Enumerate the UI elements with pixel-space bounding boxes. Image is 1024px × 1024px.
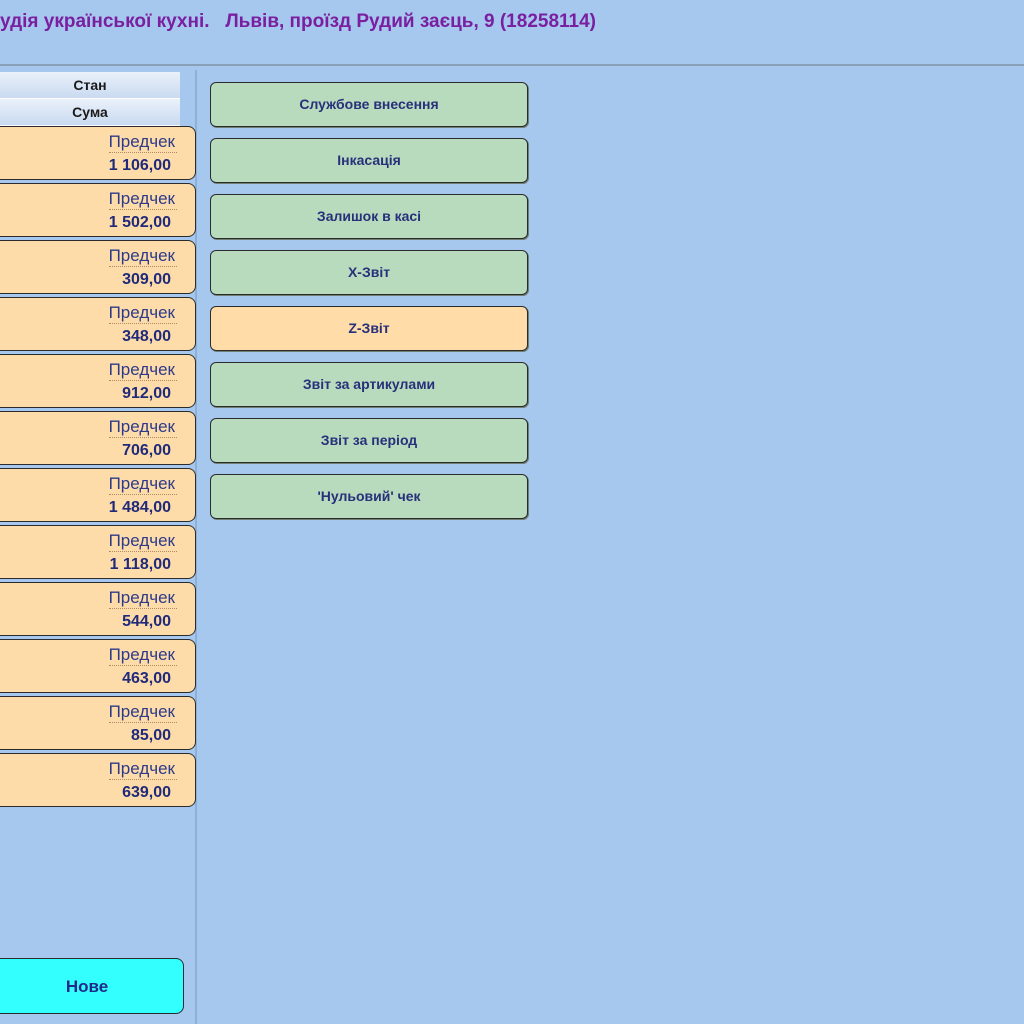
order-card[interactable]: Предчек 348,00 [0,297,196,351]
order-card[interactable]: Предчек 1 118,00 [0,525,196,579]
order-status: Предчек [108,132,177,153]
order-sum: 706,00 [122,442,171,459]
order-sum: 544,00 [122,613,171,630]
order-status: Предчек [108,645,177,666]
order-sum: 309,00 [122,271,171,288]
order-sum: 1 106,00 [108,157,171,174]
order-status: Предчек [108,360,177,381]
order-card[interactable]: Предчек 706,00 [0,411,196,465]
order-card[interactable]: Предчек 639,00 [0,753,196,807]
cash-balance-button[interactable]: Залишок в касі [210,194,528,239]
actions-panel: Службове внесення Інкасація Залишок в касі… [210,82,530,530]
orders-panel: Стан Сума Предчек 1 106,00 Предчек 1 502,00… [0,70,197,1024]
order-card[interactable]: Предчек 463,00 [0,639,196,693]
order-sum: 639,00 [122,784,171,801]
zero-receipt-button[interactable]: 'Нульовий' чек [210,474,528,519]
x-report-button[interactable]: X-Звіт [210,250,528,295]
column-header-status: Стан [0,72,180,99]
order-status: Предчек [108,759,177,780]
collection-button[interactable]: Інкасація [210,138,528,183]
z-report-button[interactable]: Z-Звіт [210,306,528,351]
order-sum: 348,00 [122,328,171,345]
order-status: Предчек [108,702,177,723]
order-status: Предчек [108,246,177,267]
order-card[interactable]: Предчек 309,00 [0,240,196,294]
order-card[interactable]: Предчек 912,00 [0,354,196,408]
column-header-sum: Сума [0,99,180,126]
order-card[interactable]: Предчек 1 106,00 [0,126,196,180]
order-sum: 1 502,00 [108,214,171,231]
service-deposit-button[interactable]: Службове внесення [210,82,528,127]
period-report-button[interactable]: Звіт за період [210,418,528,463]
order-status: Предчек [108,303,177,324]
order-card[interactable]: Предчек 544,00 [0,582,196,636]
order-status: Предчек [108,417,177,438]
order-sum: 912,00 [122,385,171,402]
order-sum: 463,00 [122,670,171,687]
order-sum: 1 118,00 [109,556,171,573]
order-card[interactable]: Предчек 85,00 [0,696,196,750]
order-status: Предчек [108,531,177,552]
order-status: Предчек [108,189,177,210]
order-status: Предчек [108,588,177,609]
order-card[interactable]: Предчек 1 502,00 [0,183,196,237]
title-bar: удія української кухні. Львів, проїзд Ру… [0,0,1024,66]
orders-list: Предчек 1 106,00 Предчек 1 502,00 Предчек 309… [0,126,197,810]
order-sum: 85,00 [130,727,171,744]
order-status: Предчек [108,474,177,495]
page-title: удія української кухні. Львів, проїзд Ру… [0,11,596,32]
order-card[interactable]: Предчек 1 484,00 [0,468,196,522]
articles-report-button[interactable]: Звіт за артикулами [210,362,528,407]
new-order-button[interactable]: Нове [0,958,184,1014]
order-sum: 1 484,00 [108,499,171,516]
